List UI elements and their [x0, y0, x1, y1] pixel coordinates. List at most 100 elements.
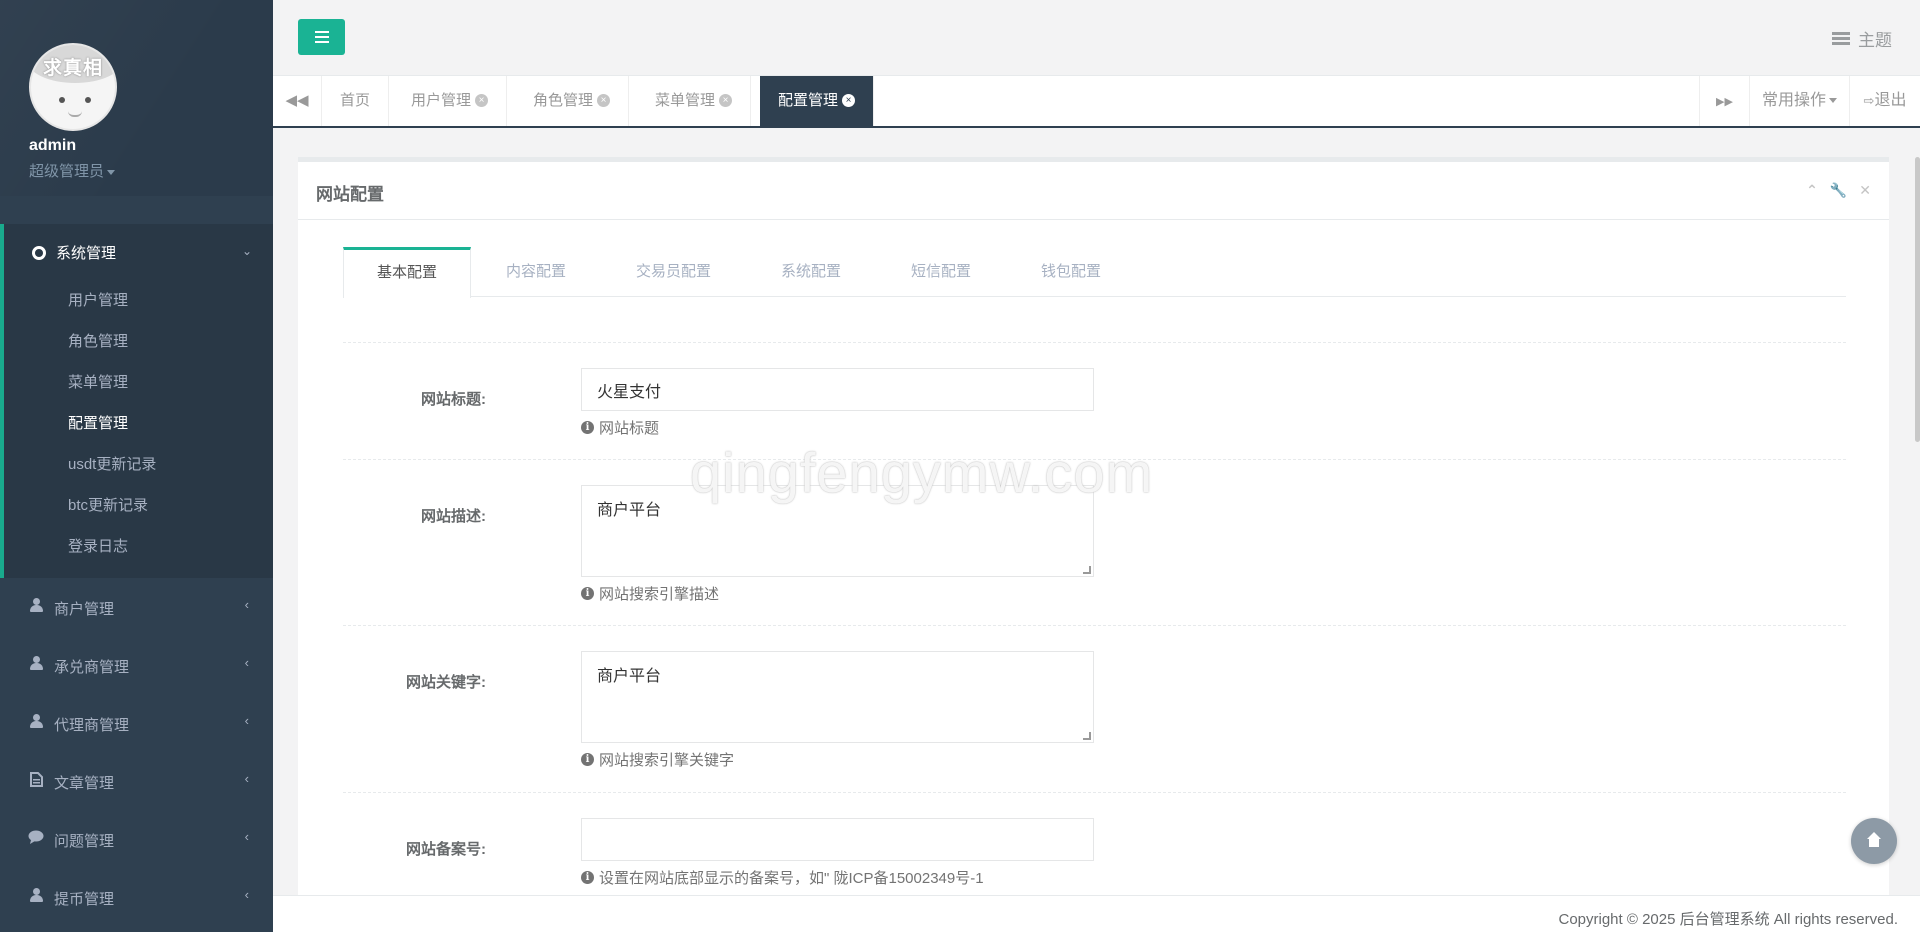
- tab-wallet-config[interactable]: 钱包配置: [1006, 247, 1136, 297]
- site-description-textarea[interactable]: 商户平台: [581, 485, 1094, 577]
- divider: [343, 459, 1846, 460]
- wrench-icon[interactable]: 🔧: [1830, 182, 1847, 199]
- divider: [343, 792, 1846, 793]
- gear-icon: [32, 245, 46, 260]
- tab-label: 角色管理: [533, 92, 594, 109]
- common-ops-dropdown[interactable]: 常用操作: [1749, 76, 1849, 126]
- chevron-down-icon: ⌄: [241, 244, 252, 258]
- hamburger-icon: [315, 31, 329, 33]
- tab-menu-mgmt[interactable]: 菜单管理 ×: [637, 76, 752, 126]
- sidebar-group-merchant[interactable]: 商户管理 ‹: [0, 578, 273, 636]
- scrollbar[interactable]: [1915, 157, 1920, 442]
- tab-sms-config[interactable]: 短信配置: [876, 247, 1006, 297]
- comment-icon: [28, 830, 44, 848]
- site-title-help: i 网站标题: [581, 417, 659, 438]
- sidebar-group-system: 系统管理 ⌄ 用户管理 角色管理 菜单管理 配置管理 usdt更新记录 btc更…: [0, 224, 273, 578]
- info-icon: i: [581, 421, 594, 434]
- sidebar-item-login-log[interactable]: 登录日志: [68, 535, 128, 556]
- chevron-left-icon: ‹: [244, 887, 249, 902]
- sidebar: 求真相 admin 超级管理员 系统管理 ⌄ 用户管理 角色管理 菜单管理 配置…: [0, 0, 273, 932]
- sidebar-item-role-mgmt[interactable]: 角色管理: [68, 330, 128, 351]
- close-icon[interactable]: ×: [719, 93, 733, 107]
- sidebar-toggle-button[interactable]: [298, 19, 345, 55]
- hamburger-icon-bar: [315, 41, 329, 43]
- logout-label: 退出: [1874, 92, 1907, 109]
- close-icon[interactable]: ×: [597, 93, 611, 107]
- panel-title: 网站配置: [316, 185, 384, 204]
- tab-trader-config[interactable]: 交易员配置: [601, 247, 746, 297]
- avatar-eye-left: [59, 97, 65, 103]
- footer: Copyright © 2025 后台管理系统 All rights reser…: [273, 895, 1920, 932]
- tabs-scroll-right-button[interactable]: ▶▶: [1699, 76, 1749, 126]
- divider: [343, 625, 1846, 626]
- close-icon[interactable]: ×: [842, 93, 856, 107]
- site-icp-label: 网站备案号:: [406, 841, 486, 858]
- site-title-input[interactable]: [581, 368, 1094, 411]
- textarea-value: 商户平台: [597, 668, 662, 685]
- sidebar-group-withdraw[interactable]: 提币管理 ‹: [0, 868, 273, 926]
- sidebar-item-config-mgmt[interactable]: 配置管理: [68, 412, 128, 433]
- backward-icon: ◀◀: [285, 92, 309, 109]
- theme-button[interactable]: 主题: [1832, 26, 1892, 51]
- resize-handle[interactable]: [1083, 566, 1091, 574]
- help-text: 网站搜索引擎关键字: [599, 752, 735, 769]
- tabs-scroll-left-button[interactable]: ◀◀: [273, 76, 322, 126]
- tab-home[interactable]: 首页: [322, 76, 390, 126]
- sidebar-group-question[interactable]: 问题管理 ‹: [0, 810, 273, 868]
- chevron-left-icon: ‹: [244, 655, 249, 670]
- help-text: 网站标题: [599, 420, 660, 437]
- sidebar-group-agent[interactable]: 代理商管理 ‹: [0, 694, 273, 752]
- sidebar-group-label: 系统管理: [56, 245, 117, 262]
- profile-role-dropdown[interactable]: 超级管理员: [29, 160, 116, 181]
- profile-username: admin: [29, 137, 77, 154]
- sidebar-nav: 系统管理 ⌄ 用户管理 角色管理 菜单管理 配置管理 usdt更新记录 btc更…: [0, 224, 273, 926]
- tab-config-mgmt[interactable]: 配置管理 ×: [760, 76, 875, 126]
- tab-label: 首页: [340, 92, 371, 109]
- caret-down-icon: [107, 169, 116, 175]
- tab-role-mgmt[interactable]: 角色管理 ×: [515, 76, 630, 126]
- sidebar-item-menu-mgmt[interactable]: 菜单管理: [68, 371, 128, 392]
- info-icon: i: [581, 871, 594, 884]
- chevron-up-icon[interactable]: ⌃: [1806, 182, 1818, 199]
- forward-icon: ▶▶: [1716, 96, 1733, 108]
- user-icon: [28, 714, 44, 732]
- sidebar-item-usdt-log[interactable]: usdt更新记录: [68, 453, 156, 474]
- avatar-eye-right: [85, 97, 91, 103]
- sidebar-group-system-header[interactable]: 系统管理 ⌄: [32, 242, 252, 263]
- tab-basic-config[interactable]: 基本配置: [343, 247, 471, 298]
- site-keywords-help: i 网站搜索引擎关键字: [581, 749, 734, 770]
- profile-role-label: 超级管理员: [29, 163, 105, 180]
- site-icp-input[interactable]: [581, 818, 1094, 861]
- site-description-help: i 网站搜索引擎描述: [581, 583, 719, 604]
- sidebar-group-label: 问题管理: [54, 833, 115, 850]
- user-icon: [28, 656, 44, 674]
- hamburger-icon-bar: [315, 36, 329, 38]
- sidebar-group-acceptor[interactable]: 承兑商管理 ‹: [0, 636, 273, 694]
- config-tabs: 基本配置 内容配置 交易员配置 系统配置 短信配置 钱包配置: [343, 247, 1846, 298]
- home-icon[interactable]: [1851, 818, 1897, 864]
- sidebar-item-btc-log[interactable]: btc更新记录: [68, 494, 148, 515]
- page-tabs: ◀◀ 首页 用户管理 × 角色管理 × 菜单管理 × 配置管理 × ▶▶ 常用操作 ⇨退…: [273, 76, 1920, 128]
- avatar[interactable]: 求真相: [29, 43, 117, 131]
- logout-button[interactable]: ⇨退出: [1849, 76, 1920, 126]
- sidebar-item-user-mgmt[interactable]: 用户管理: [68, 289, 128, 310]
- tasks-icon: [1832, 32, 1850, 45]
- sidebar-group-article[interactable]: 文章管理 ‹: [0, 752, 273, 810]
- tab-label: 配置管理: [778, 92, 839, 109]
- chevron-left-icon: ‹: [244, 597, 249, 612]
- caret-down-icon: [1829, 98, 1837, 104]
- sidebar-group-label: 代理商管理: [54, 717, 130, 734]
- sidebar-group-label: 承兑商管理: [54, 659, 130, 676]
- tab-content-config[interactable]: 内容配置: [471, 247, 601, 297]
- close-icon[interactable]: ×: [475, 93, 489, 107]
- user-icon: [28, 598, 44, 616]
- close-icon[interactable]: ✕: [1859, 182, 1871, 199]
- sidebar-group-label: 文章管理: [54, 775, 115, 792]
- tab-user-mgmt[interactable]: 用户管理 ×: [393, 76, 508, 126]
- resize-handle[interactable]: [1083, 732, 1091, 740]
- common-ops-label: 常用操作: [1761, 92, 1826, 109]
- divider: [343, 342, 1846, 343]
- file-icon: [28, 772, 44, 791]
- site-keywords-textarea[interactable]: 商户平台: [581, 651, 1094, 743]
- tab-system-config[interactable]: 系统配置: [746, 247, 876, 297]
